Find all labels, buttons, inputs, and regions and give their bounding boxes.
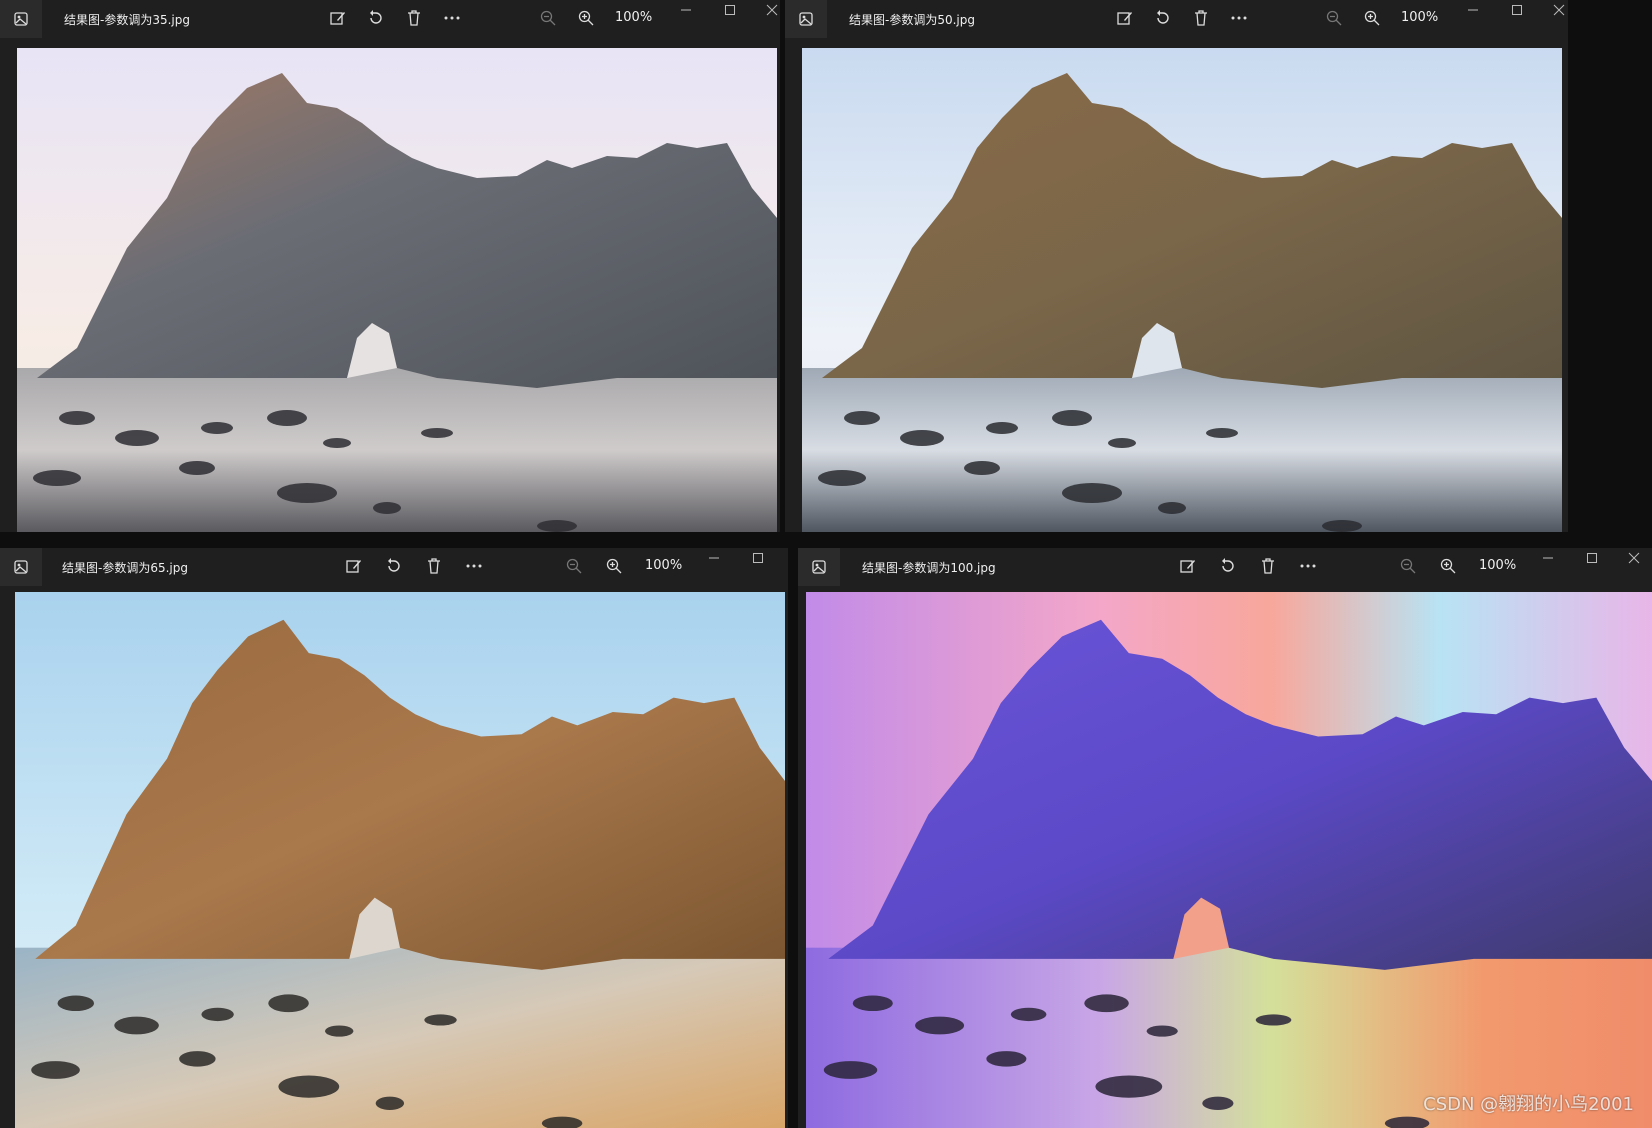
image-viewer [785, 38, 1568, 532]
photo-image [806, 592, 1652, 1128]
photo-image [15, 592, 785, 1128]
more-icon[interactable] [1298, 556, 1318, 576]
image-app-icon [785, 0, 827, 38]
title-bar: 结果图-参数调为100.jpg 100% [798, 548, 1652, 586]
zoom-level[interactable]: 100% [1401, 10, 1438, 25]
zoom-level[interactable]: 100% [615, 10, 652, 25]
minimize-icon[interactable] [1467, 4, 1485, 22]
edit-icon[interactable] [1178, 556, 1198, 576]
minimize-icon[interactable] [1542, 552, 1560, 570]
delete-icon[interactable] [1258, 556, 1278, 576]
close-icon[interactable] [1628, 552, 1646, 570]
rotate-icon[interactable] [1218, 556, 1238, 576]
zoom-level[interactable]: 100% [1479, 558, 1516, 573]
image-viewer [0, 38, 780, 532]
title-bar: 结果图-参数调为35.jpg 100% [0, 0, 780, 38]
more-icon[interactable] [1229, 8, 1249, 28]
zoom-in-icon[interactable] [1362, 8, 1382, 28]
maximize-icon[interactable] [752, 552, 770, 570]
edit-icon[interactable] [328, 8, 348, 28]
zoom-in-icon[interactable] [604, 556, 624, 576]
photos-window-100: 结果图-参数调为100.jpg 100% CSDN @翱翔的小鸟2001 [798, 548, 1652, 1128]
zoom-level[interactable]: 100% [645, 558, 682, 573]
image-app-icon [0, 548, 42, 586]
zoom-out-icon[interactable] [1398, 556, 1418, 576]
more-icon[interactable] [464, 556, 484, 576]
file-title: 结果图-参数调为50.jpg [849, 13, 975, 27]
more-icon[interactable] [442, 8, 462, 28]
close-icon[interactable] [1553, 4, 1568, 22]
photos-window-35: 结果图-参数调为35.jpg 100% [0, 0, 780, 532]
maximize-icon[interactable] [1511, 4, 1529, 22]
minimize-icon[interactable] [708, 552, 726, 570]
zoom-out-icon[interactable] [564, 556, 584, 576]
photo-image [17, 48, 777, 532]
close-icon[interactable] [766, 4, 780, 22]
file-title: 结果图-参数调为100.jpg [862, 561, 996, 575]
edit-icon[interactable] [1115, 8, 1135, 28]
zoom-in-icon[interactable] [1438, 556, 1458, 576]
delete-icon[interactable] [424, 556, 444, 576]
watermark-text: CSDN @翱翔的小鸟2001 [1423, 1094, 1634, 1115]
zoom-in-icon[interactable] [576, 8, 596, 28]
rotate-icon[interactable] [384, 556, 404, 576]
photos-window-65: 结果图-参数调为65.jpg 100% [0, 548, 788, 1128]
minimize-icon[interactable] [680, 4, 698, 22]
zoom-out-icon[interactable] [1324, 8, 1344, 28]
title-bar: 结果图-参数调为50.jpg 100% [785, 0, 1568, 38]
photo-image [802, 48, 1562, 532]
zoom-out-icon[interactable] [538, 8, 558, 28]
file-title: 结果图-参数调为65.jpg [62, 561, 188, 575]
title-bar: 结果图-参数调为65.jpg 100% [0, 548, 788, 586]
edit-icon[interactable] [344, 556, 364, 576]
image-app-icon [798, 548, 840, 586]
rotate-icon[interactable] [366, 8, 386, 28]
image-app-icon [0, 0, 42, 38]
file-title: 结果图-参数调为35.jpg [64, 13, 190, 27]
photos-window-50: 结果图-参数调为50.jpg 100% [785, 0, 1568, 532]
delete-icon[interactable] [1191, 8, 1211, 28]
image-viewer [0, 586, 788, 1128]
delete-icon[interactable] [404, 8, 424, 28]
rotate-icon[interactable] [1153, 8, 1173, 28]
maximize-icon[interactable] [724, 4, 742, 22]
image-viewer: CSDN @翱翔的小鸟2001 [798, 586, 1652, 1128]
maximize-icon[interactable] [1586, 552, 1604, 570]
